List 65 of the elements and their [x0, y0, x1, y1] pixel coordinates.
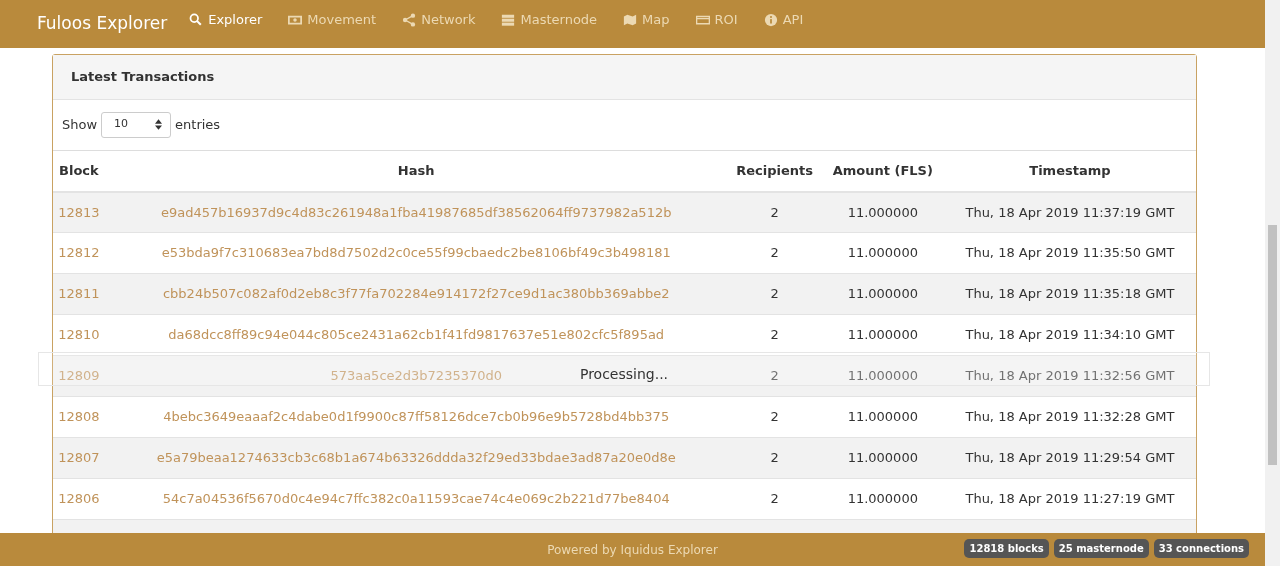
- nav-link[interactable]: Masternode: [501, 10, 610, 38]
- table-cell: 11.000000: [847, 245, 918, 261]
- footer-link[interactable]: Powered by Iquidus Explorer: [547, 540, 718, 559]
- credit-card-icon: [695, 13, 710, 27]
- length-label: entries: [175, 115, 221, 134]
- table-cell: 2: [770, 286, 779, 302]
- scrollbar[interactable]: [1265, 0, 1280, 566]
- table-cell: 2: [770, 491, 779, 507]
- panel-title: Latest Transactions: [53, 55, 1196, 100]
- column-header: Timestamp: [943, 150, 1196, 192]
- server-icon: [501, 13, 516, 27]
- table-cell: Thu, 18 Apr 2019 11:32:56 GMT: [965, 368, 1175, 384]
- table-cell: 11.000000: [847, 409, 918, 425]
- block-link[interactable]: 12812: [58, 245, 100, 261]
- share-nodes-icon: [402, 13, 417, 27]
- table-cell: Thu, 18 Apr 2019 11:32:28 GMT: [965, 409, 1175, 425]
- nav-link[interactable]: Map: [623, 10, 682, 38]
- hash-link[interactable]: da68dcc8ff89c94e044c805ce2431a62cb1f41fd9817637e51e802cfc5f895ad: [168, 327, 665, 343]
- info-icon: [763, 13, 778, 27]
- table-cell: 2: [770, 204, 779, 220]
- processing-text: Processing...: [579, 364, 669, 384]
- table-cell: Thu, 18 Apr 2019 11:35:50 GMT: [965, 245, 1175, 261]
- table-cell: 11.000000: [847, 286, 918, 302]
- stat-badge: 12818 blocks: [964, 539, 1049, 558]
- brand-title[interactable]: Fuloos Explorer: [37, 11, 168, 37]
- hash-link[interactable]: 4bebc3649eaaaf2c4dabe0d1f9900c87ff58126dce7cb0b96e9b5728bd4bb375: [163, 409, 670, 425]
- sort-caret-icon: [155, 119, 163, 130]
- hash-link[interactable]: e53bda9f7c310683ea7bd8d7502d2c0ce55f99cbaedc2be8106bf49c3b498181: [161, 245, 671, 261]
- hash-link[interactable]: 54c7a04536f5670d0c4e94c7ffc382c0a11593cae74c4e069c2b221d77be8404: [162, 491, 670, 507]
- table-cell: 11.000000: [847, 450, 918, 466]
- block-link[interactable]: 12806: [58, 491, 100, 507]
- table-cell: Thu, 18 Apr 2019 11:27:19 GMT: [965, 491, 1175, 507]
- block-link[interactable]: 12810: [58, 327, 100, 343]
- table-cell: 2: [770, 409, 779, 425]
- scrollbar-thumb[interactable]: [1268, 225, 1277, 465]
- block-link[interactable]: 12808: [58, 409, 100, 425]
- table-cell: 11.000000: [847, 491, 918, 507]
- nav-link[interactable]: Explorer: [189, 10, 275, 38]
- entries-select[interactable]: 10: [101, 111, 172, 138]
- nav-link[interactable]: ROI: [695, 10, 750, 38]
- column-header: Recipients: [727, 150, 822, 192]
- search-icon: [189, 13, 204, 27]
- table-cell: Thu, 18 Apr 2019 11:29:54 GMT: [965, 450, 1175, 466]
- column-header: Amount (FLS): [821, 150, 944, 192]
- column-header: Block: [53, 150, 105, 192]
- table-cell: 2: [770, 450, 779, 466]
- table-cell: 11.000000: [847, 204, 918, 220]
- length-label: Show: [62, 115, 98, 134]
- banknote-icon: [288, 13, 303, 27]
- hash-link[interactable]: 573aa5ce2d3b7235370d0: [330, 368, 502, 384]
- nav-link[interactable]: Network: [402, 10, 488, 38]
- nav-link[interactable]: Movement: [288, 10, 389, 38]
- nav-link[interactable]: API: [763, 10, 816, 38]
- table-cell: 11.000000: [847, 327, 918, 343]
- stat-badge: 25 masternode: [1053, 539, 1149, 558]
- column-header: Hash: [104, 150, 728, 192]
- table-cell: Thu, 18 Apr 2019 11:37:19 GMT: [965, 204, 1175, 220]
- table-cell: 2: [770, 245, 779, 261]
- table-cell: Thu, 18 Apr 2019 11:35:18 GMT: [965, 286, 1175, 302]
- table-cell: 11.000000: [847, 368, 918, 384]
- table-cell: 2: [770, 368, 779, 384]
- map-icon: [623, 13, 638, 27]
- table-cell: 2: [770, 327, 779, 343]
- stat-badge: 33 connections: [1153, 539, 1249, 558]
- table-cell: Thu, 18 Apr 2019 11:34:10 GMT: [965, 327, 1175, 343]
